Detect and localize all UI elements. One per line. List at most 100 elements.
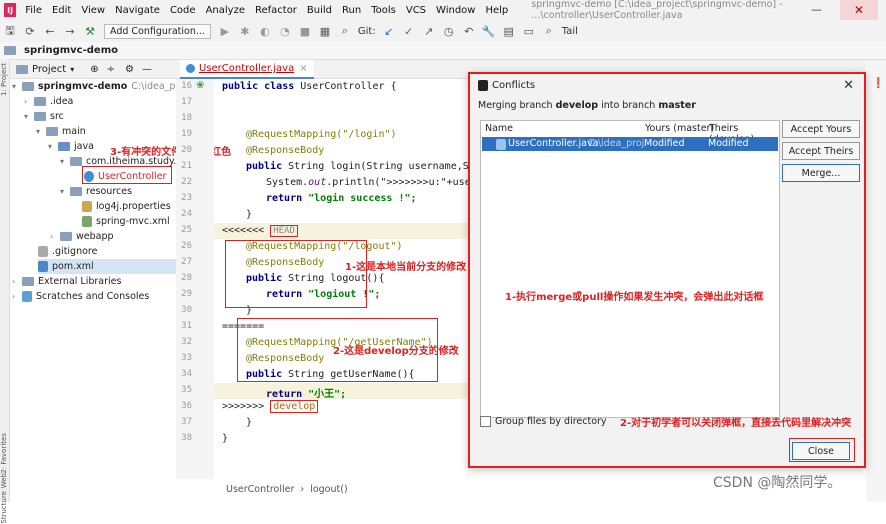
accept-yours-button[interactable]: Accept Yours [782,120,860,138]
tree-item-spring-mvc[interactable]: spring-mvc.xml [82,214,170,229]
menu-run[interactable]: Run [337,5,366,16]
chevron-down-icon[interactable]: ▾ [70,65,74,74]
tree-item-gitignore[interactable]: .gitignore [38,244,97,259]
tail-label[interactable]: Tail [562,26,578,37]
maven-file-icon [38,261,48,272]
tree-item-external-libraries[interactable]: › External Libraries [12,274,121,289]
chevron-right-icon[interactable]: › [24,97,34,106]
git-commit-icon[interactable]: ✓ [402,24,416,38]
git-rollback-icon[interactable]: ↶ [462,24,476,38]
chevron-down-icon[interactable]: ▾ [48,142,58,151]
breadcrumb-project[interactable]: springmvc-demo [24,45,118,56]
merge-button[interactable]: Merge... [782,164,860,182]
conflict-file-name: UserController.java [508,138,599,149]
crumb-method[interactable]: logout() [310,484,347,495]
run-icon[interactable]: ▶ [218,24,232,38]
back-icon[interactable]: ← [43,24,57,38]
yours-status: Modified [644,138,685,149]
tree-item-label: External Libraries [38,276,122,287]
git-push-icon[interactable]: ↗ [422,24,436,38]
stop-icon[interactable]: ■ [298,24,312,38]
folder-icon [60,232,72,241]
annotation-close-dialog: 2-对于初学者可以关闭弹框，直接去代码里解决冲突 [620,418,852,429]
menu-window[interactable]: Window [431,5,480,16]
tree-item-idea[interactable]: › .idea [24,94,73,109]
sync-icon[interactable]: ⟳ [23,24,37,38]
chevron-down-icon[interactable]: ▾ [24,112,34,121]
close-tab-icon[interactable]: × [299,63,307,74]
search-icon[interactable]: ⌕ [542,24,556,38]
line-number: 29 [181,289,192,299]
debug-icon[interactable]: ✱ [238,24,252,38]
menu-code[interactable]: Code [165,5,201,16]
chevron-down-icon[interactable]: ▾ [60,157,70,166]
tab-usercontroller[interactable]: UserController.java × [180,60,314,79]
menu-help[interactable]: Help [480,5,513,16]
column-header-name[interactable]: Name [485,123,513,134]
locate-icon[interactable]: ⊕ [90,64,98,75]
code-line-20: @ResponseBody [246,145,325,156]
menu-file[interactable]: File [20,5,47,16]
menu-build[interactable]: Build [302,5,337,16]
web-tool-tab[interactable]: Web [0,473,8,488]
menu-view[interactable]: View [76,5,110,16]
group-by-directory-checkbox[interactable]: Group files by directory [480,416,607,427]
chevron-right-icon[interactable]: › [12,277,22,286]
favorites-tool-tab[interactable]: 2: Favorites [0,433,8,474]
tree-item-java[interactable]: ▾ java [48,139,94,154]
terminal-icon[interactable]: ▭ [522,24,536,38]
error-indicator-icon[interactable]: ❗ [872,78,884,89]
accept-theirs-button[interactable]: Accept Theirs [782,142,860,160]
navigation-bar: springmvc-demo [0,42,886,60]
structure-tool-tab[interactable]: Structure [0,491,8,524]
menu-edit[interactable]: Edit [47,5,76,16]
menu-refactor[interactable]: Refactor [250,5,302,16]
project-structure-icon[interactable]: ▤ [502,24,516,38]
layout-icon[interactable]: ▦ [318,24,332,38]
merge-description: Merging branch develop into branch maste… [478,100,696,111]
chevron-down-icon[interactable]: ▾ [60,187,70,196]
chevron-down-icon[interactable]: ▾ [12,82,22,91]
menu-tools[interactable]: Tools [366,5,401,16]
tree-item-root[interactable]: ▾ springmvc-demo C:\idea_project [12,79,202,94]
tree-item-src[interactable]: ▾ src [24,109,64,124]
coverage-icon[interactable]: ◐ [258,24,272,38]
dialog-close-icon[interactable]: ✕ [843,78,854,93]
add-configuration-button[interactable]: Add Configuration... [104,23,211,39]
code-line-23: return "login success !"; [266,193,417,204]
window-close-icon[interactable]: ✕ [840,0,878,20]
table-row[interactable]: UserController.java C:\idea_proj Modifie… [482,137,778,151]
tree-item-resources[interactable]: ▾ resources [60,184,132,199]
chevron-right-icon[interactable]: › [12,292,22,301]
build-hammer-icon[interactable]: ⚒ [83,24,97,38]
tree-item-main[interactable]: ▾ main [36,124,86,139]
menu-navigate[interactable]: Navigate [110,5,165,16]
crumb-class[interactable]: UserController [226,484,294,495]
profile-icon[interactable]: ◔ [278,24,292,38]
project-view-selector[interactable]: Project [32,64,66,75]
wrench-icon[interactable]: 🔧 [482,24,496,38]
git-history-icon[interactable]: ◷ [442,24,456,38]
line-number: 23 [181,193,192,203]
theirs-status: Modified [708,138,749,149]
tree-item-pom[interactable]: pom.xml [38,259,176,274]
chevron-down-icon[interactable]: ▾ [36,127,46,136]
tree-item-scratches[interactable]: › Scratches and Consoles [12,289,149,304]
tree-item-log4j[interactable]: log4j.properties [82,199,171,214]
forward-icon[interactable]: → [63,24,77,38]
menu-analyze[interactable]: Analyze [201,5,250,16]
hide-panel-icon[interactable]: — [142,64,152,75]
minimize-icon[interactable]: — [811,3,822,16]
checkbox-box[interactable] [480,416,491,427]
save-icon[interactable]: 🖫 [3,24,17,38]
column-header-yours[interactable]: Yours (master) [645,123,714,134]
gear-icon[interactable]: ⚙ [125,64,134,75]
line-number: 38 [181,433,192,443]
search-structure-icon[interactable]: ⌕ [338,24,352,38]
chevron-right-icon[interactable]: › [50,232,60,241]
collapse-icon[interactable]: ÷ [107,64,115,75]
menu-vcs[interactable]: VCS [401,5,431,16]
tree-item-webapp[interactable]: › webapp [50,229,114,244]
project-tool-tab[interactable]: 1: Project [0,63,8,96]
git-update-icon[interactable]: ↙ [382,24,396,38]
